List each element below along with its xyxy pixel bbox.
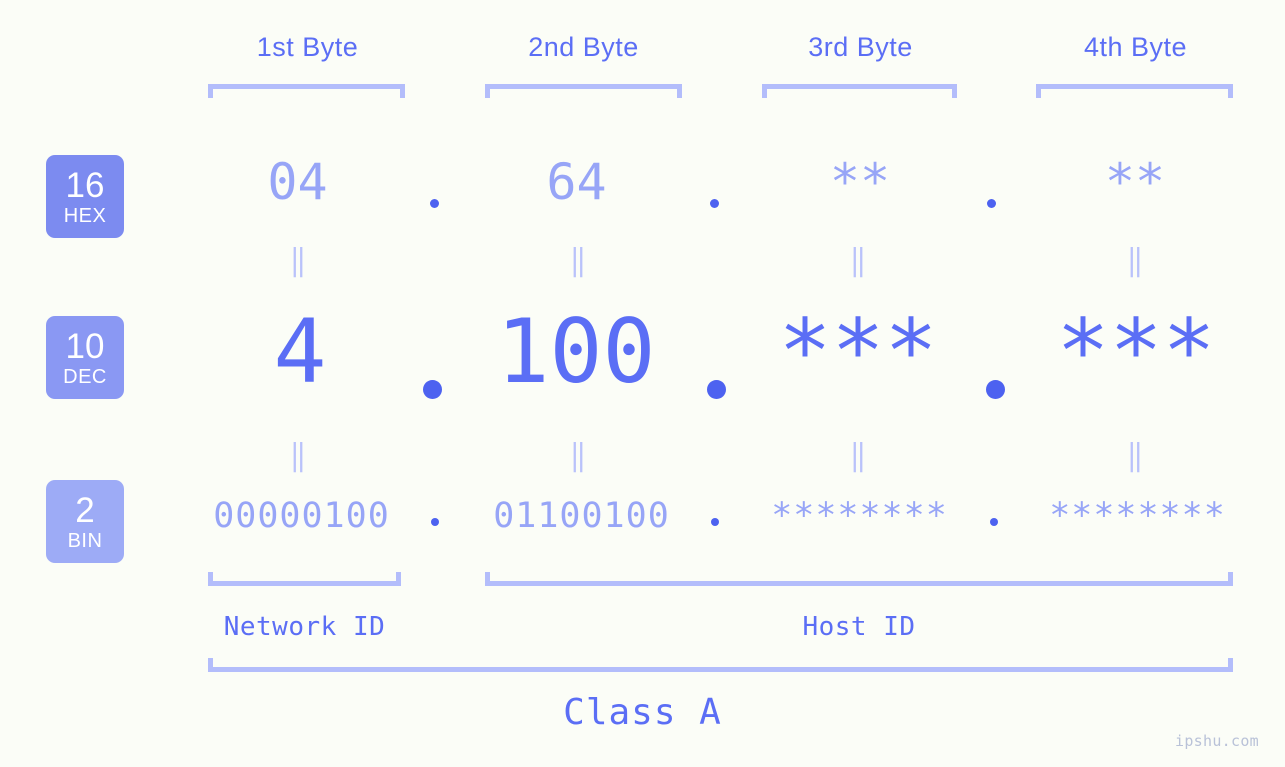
dec-byte-1: 4 [273,300,327,403]
dec-byte-4: *** [1056,300,1216,403]
base-badge-bin: 2 BIN [46,480,124,563]
equals-marker-5: ‖ [287,441,309,471]
base-badge-bin-number: 2 [75,490,95,530]
bin-byte-1: 00000100 [213,496,390,536]
equals-glyph: ‖ [1126,243,1144,278]
equals-marker-1: ‖ [287,246,309,276]
bin-byte-2: 01100100 [493,496,670,536]
bin-dot-3 [990,518,998,526]
equals-marker-7: ‖ [847,441,869,471]
base-badge-hex-number: 16 [65,165,105,205]
byte-header-2: 2nd Byte [528,32,639,62]
dec-dot-1 [423,380,442,399]
hex-byte-4: ** [1104,153,1166,211]
dec-dot-2 [707,380,726,399]
dec-byte-3: *** [778,300,938,403]
equals-marker-2: ‖ [567,246,589,276]
equals-glyph: ‖ [289,438,307,473]
equals-marker-4: ‖ [1124,246,1146,276]
hex-byte-1: 04 [267,153,328,211]
hex-dot-1 [430,199,439,208]
equals-marker-8: ‖ [1124,441,1146,471]
equals-glyph: ‖ [1126,438,1144,473]
host-id-bracket [485,572,1233,586]
bin-dot-2 [711,518,719,526]
network-id-label: Network ID [223,612,386,642]
ip-address-breakdown-diagram: 1st Byte 2nd Byte 3rd Byte 4th Byte 16 H… [0,0,1285,767]
host-id-label: Host ID [802,612,916,642]
byte-bracket-1 [208,84,405,98]
base-badge-dec-number: 10 [65,326,105,366]
bin-byte-4: ******** [1049,496,1226,536]
hex-dot-2 [710,199,719,208]
equals-glyph: ‖ [569,243,587,278]
equals-glyph: ‖ [849,243,867,278]
byte-bracket-2 [485,84,682,98]
equals-marker-3: ‖ [847,246,869,276]
watermark: ipshu.com [1175,732,1259,750]
base-badge-dec-name: DEC [63,365,107,388]
equals-marker-6: ‖ [567,441,589,471]
equals-glyph: ‖ [849,438,867,473]
equals-glyph: ‖ [569,438,587,473]
equals-glyph: ‖ [289,243,307,278]
class-bracket [208,658,1233,672]
base-badge-bin-name: BIN [67,529,103,552]
class-label: Class A [563,692,722,733]
dec-dot-3 [986,380,1005,399]
dec-byte-2: 100 [496,300,656,403]
byte-header-3: 3rd Byte [808,32,913,62]
base-badge-hex-name: HEX [63,204,107,227]
hex-dot-3 [987,199,996,208]
bin-byte-3: ******** [771,496,948,536]
byte-bracket-4 [1036,84,1233,98]
bin-dot-1 [431,518,439,526]
byte-bracket-3 [762,84,957,98]
byte-header-1: 1st Byte [256,32,359,62]
hex-byte-3: ** [829,153,891,211]
base-badge-hex: 16 HEX [46,155,124,238]
hex-byte-2: 64 [546,153,607,211]
byte-header-4: 4th Byte [1083,32,1188,62]
base-badge-dec: 10 DEC [46,316,124,399]
network-id-bracket [208,572,401,586]
